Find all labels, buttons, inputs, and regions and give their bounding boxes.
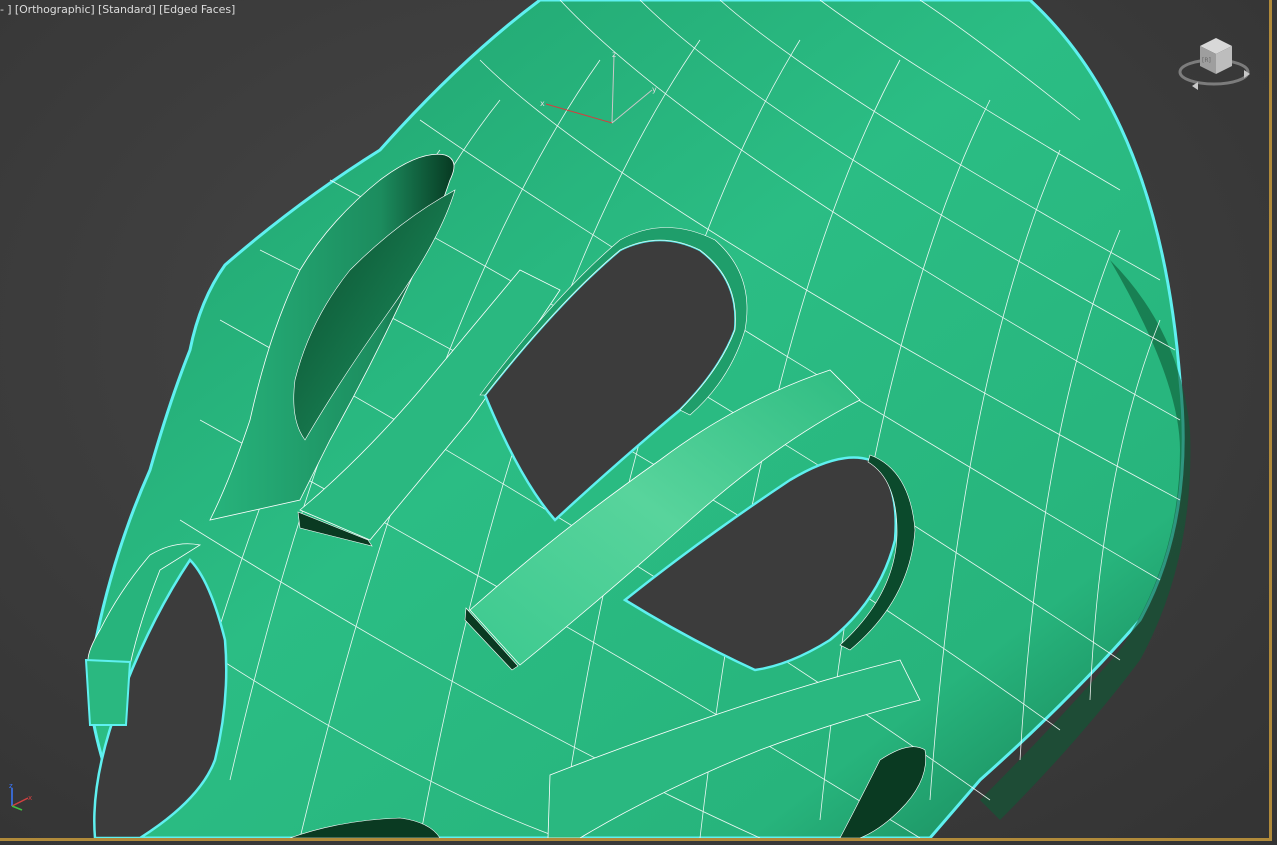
viewcube-face-label: [R] [1202,57,1211,64]
svg-text:z: z [612,50,616,59]
orthographic-viewport[interactable]: - ] [Orthographic] [Standard] [Edged Fac… [0,0,1277,845]
svg-text:y: y [652,85,657,94]
svg-text:z: z [9,782,13,790]
viewcube-icon[interactable]: [R] [1176,28,1256,94]
left-finger-tip [84,658,132,726]
mesh-scene[interactable]: z y x [0,0,1277,845]
svg-text:x: x [540,99,545,108]
world-axis-tripod: z x [9,782,32,811]
svg-text:x: x [28,794,32,802]
